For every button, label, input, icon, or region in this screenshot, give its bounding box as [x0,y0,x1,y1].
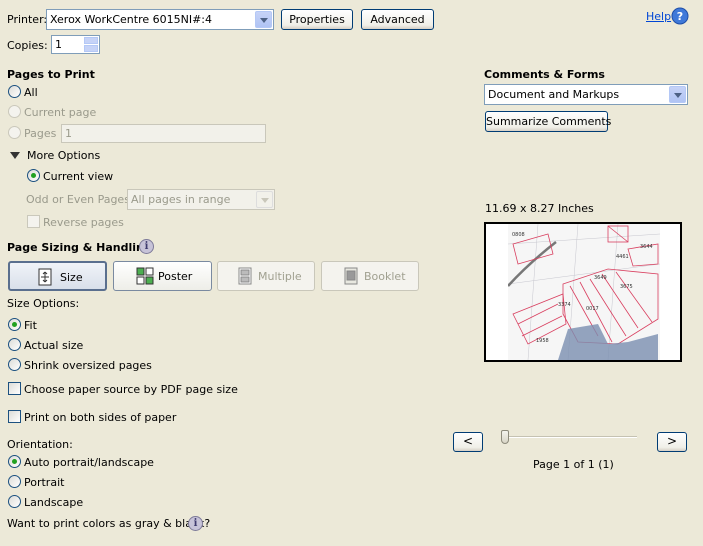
stepper-up-icon[interactable] [84,37,98,44]
both-sides-checkbox[interactable] [8,410,21,423]
map-label: 3644 [640,244,653,250]
stepper-down-icon[interactable] [84,45,98,52]
radio-actual-size[interactable] [8,338,21,351]
fit-label: Fit [24,319,37,332]
poster-label: Poster [158,270,193,283]
radio-pages[interactable] [8,126,21,139]
copies-label: Copies: [7,39,48,52]
summarize-comments-button[interactable]: Summarize Comments [485,111,611,132]
advanced-button[interactable]: Advanced [361,9,434,30]
current-view-label: Current view [43,170,114,183]
pages-range-input[interactable]: 1 [61,124,266,143]
radio-landscape[interactable] [8,495,21,508]
reverse-pages-checkbox[interactable] [27,215,40,228]
odd-even-value: All pages in range [131,193,231,206]
map-label: 4461 [616,254,629,260]
radio-fit[interactable] [8,318,21,331]
page-status: Page 1 of 1 (1) [533,458,614,471]
shrink-label: Shrink oversized pages [24,359,152,372]
size-label: Size [60,271,83,284]
both-sides-label: Print on both sides of paper [24,411,177,424]
actual-size-label: Actual size [24,339,84,352]
comments-forms-select[interactable]: Document and Markups [484,84,688,105]
odd-even-label: Odd or Even Pages: [26,193,134,206]
paper-source-checkbox[interactable] [8,382,21,395]
map-preview-image: 0808 3644 4461 3649 3675 3374 1958 0017 [508,224,660,360]
next-page-button[interactable]: > [657,432,687,452]
multiple-label: Multiple [258,270,302,283]
more-options-toggle[interactable]: More Options [27,149,100,162]
help-link[interactable]: Help [646,10,671,23]
printer-value: Xerox WorkCentre 6015NI#:4 [50,13,213,26]
chevron-down-icon[interactable] [669,86,686,103]
radio-portrait[interactable] [8,475,21,488]
page-sizing-heading: Page Sizing & Handling [7,241,152,254]
auto-orientation-label: Auto portrait/landscape [24,456,154,469]
svg-text:?: ? [677,10,683,23]
page-slider-thumb[interactable] [501,430,509,444]
radio-current-page[interactable] [8,105,21,118]
pages-label: Pages [24,127,57,140]
printer-label: Printer: [7,13,48,26]
map-label: 3649 [594,275,607,281]
radio-current-view[interactable] [27,169,40,182]
landscape-label: Landscape [24,496,84,509]
reverse-pages-label: Reverse pages [43,216,124,229]
current-page-label: Current page [24,106,97,119]
poster-button[interactable]: Poster [113,261,212,291]
chevron-down-icon[interactable] [255,11,272,28]
info-icon[interactable]: i [139,239,154,254]
help-icon[interactable]: ? [671,7,689,25]
copies-value: 1 [55,38,62,51]
multiple-pages-icon [238,267,252,285]
copies-stepper[interactable]: 1 [51,35,100,54]
all-label: All [24,86,38,99]
multiple-button[interactable]: Multiple [217,261,315,291]
prev-page-button[interactable]: < [453,432,483,452]
portrait-label: Portrait [24,476,65,489]
pages-range-value: 1 [65,127,72,140]
size-options-label: Size Options: [7,297,80,310]
radio-shrink[interactable] [8,358,21,371]
info-icon[interactable]: i [188,516,203,531]
properties-button[interactable]: Properties [281,9,353,30]
size-icon [38,268,52,286]
map-label: 0017 [586,306,599,312]
orientation-label: Orientation: [7,438,73,451]
page-preview: 0808 3644 4461 3649 3675 3374 1958 0017 [484,222,682,362]
comments-forms-heading: Comments & Forms [484,68,605,81]
printer-select[interactable]: Xerox WorkCentre 6015NI#:4 [46,9,274,30]
map-label: 3675 [620,284,633,290]
map-label: 0808 [512,232,525,238]
paper-source-label: Choose paper source by PDF page size [24,383,238,396]
odd-even-select[interactable]: All pages in range [127,189,275,210]
map-label: 3374 [558,302,571,308]
page-dimensions: 11.69 x 8.27 Inches [485,202,594,215]
booklet-button[interactable]: Booklet [321,261,419,291]
size-button[interactable]: Size [8,261,107,291]
radio-all[interactable] [8,85,21,98]
gray-prompt: Want to print colors as gray & black? [7,517,211,530]
comments-forms-value: Document and Markups [488,88,620,101]
poster-icon [136,267,154,285]
triangle-down-icon[interactable] [10,152,20,160]
page-slider-track[interactable] [503,436,637,438]
pages-to-print-heading: Pages to Print [7,68,95,81]
radio-auto-orientation[interactable] [8,455,21,468]
map-label: 1958 [536,338,549,344]
booklet-icon [344,267,358,285]
booklet-label: Booklet [364,270,406,283]
chevron-down-icon[interactable] [256,191,273,208]
